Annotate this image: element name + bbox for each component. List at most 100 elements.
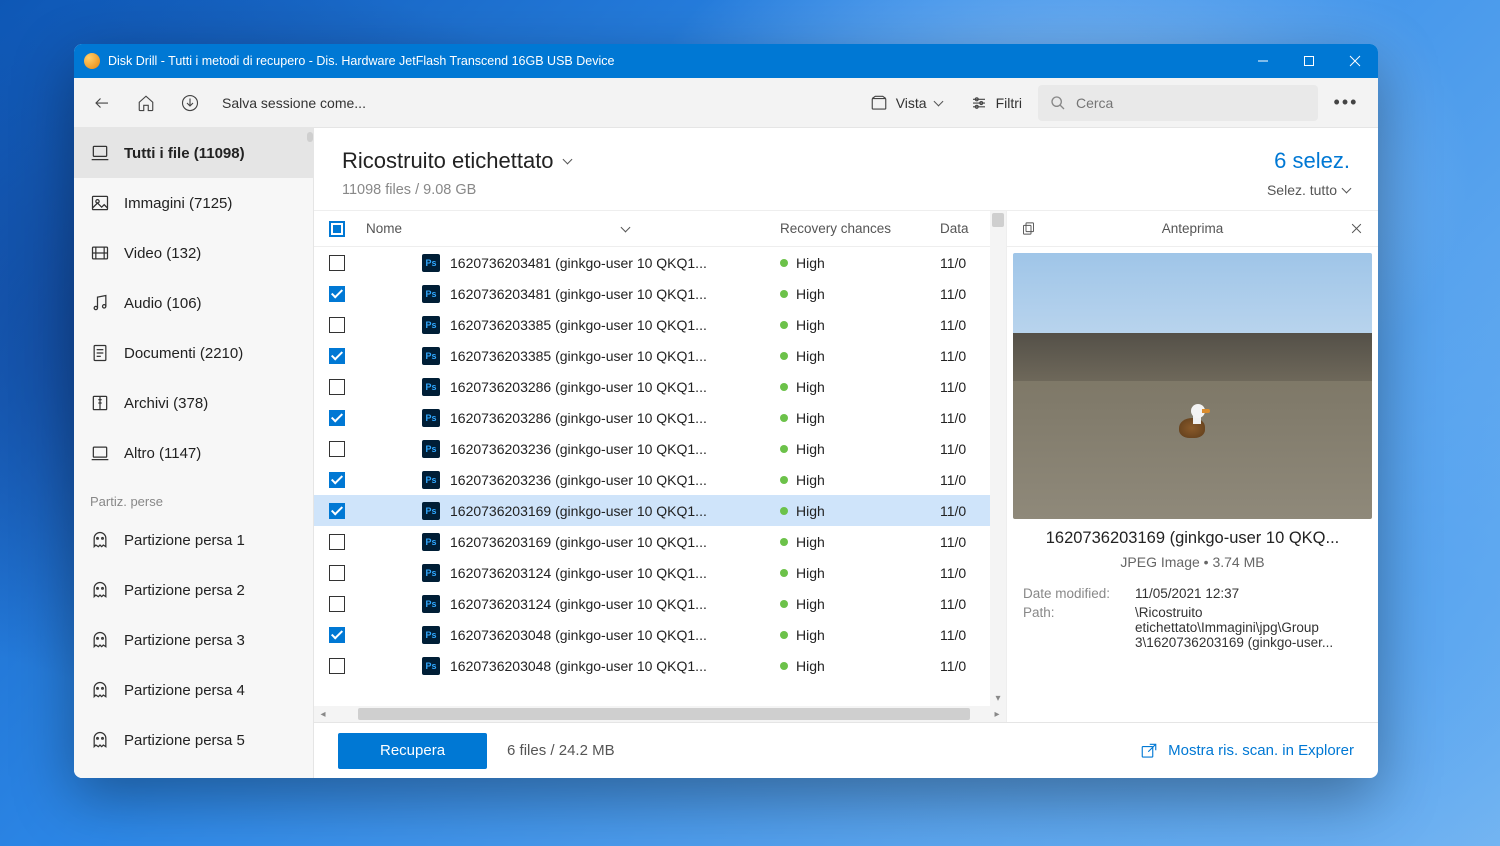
window-controls <box>1240 44 1378 78</box>
row-checkbox[interactable] <box>329 596 345 612</box>
column-name[interactable]: Nome <box>366 221 402 236</box>
sidebar-item-lost-partition-4[interactable]: Partizione persa 4 <box>74 665 313 715</box>
preview-image <box>1013 253 1372 519</box>
sidebar-item-lost-partition-5[interactable]: Partizione persa 5 <box>74 715 313 765</box>
file-table: Nome Recovery chances Data Ps16207362034… <box>314 211 1006 722</box>
file-name: 1620736203169 (ginkgo-user 10 QKQ1... <box>450 503 780 519</box>
row-checkbox[interactable] <box>329 255 345 271</box>
recovery-chance: High <box>780 317 940 333</box>
back-button[interactable] <box>82 83 122 123</box>
sidebar-item-audio[interactable]: Audio (106) <box>74 278 313 328</box>
window-title: Disk Drill - Tutti i metodi di recupero … <box>108 54 1240 68</box>
sidebar-item-label: Partizione persa 3 <box>124 632 245 649</box>
sidebar-item-lost-partition-3[interactable]: Partizione persa 3 <box>74 615 313 665</box>
sidebar-item-video[interactable]: Video (132) <box>74 228 313 278</box>
recovery-chance: High <box>780 503 940 519</box>
date-cell: 11/0 <box>940 348 990 364</box>
save-session-button[interactable]: Salva sessione come... <box>214 95 374 111</box>
main-title-dropdown[interactable]: Ricostruito etichettato <box>342 148 1267 174</box>
sidebar-item-archives[interactable]: Archivi (378) <box>74 378 313 428</box>
preview-filename: 1620736203169 (ginkgo-user 10 QKQ... <box>1007 529 1378 548</box>
date-cell: 11/0 <box>940 255 990 271</box>
table-row[interactable]: Ps1620736203481 (ginkgo-user 10 QKQ1...H… <box>314 278 1006 309</box>
date-cell: 11/0 <box>940 472 990 488</box>
search-box[interactable] <box>1038 85 1318 121</box>
maximize-button[interactable] <box>1286 44 1332 78</box>
sidebar-item-images[interactable]: Immagini (7125) <box>74 178 313 228</box>
app-icon <box>84 53 100 69</box>
recover-button[interactable]: Recupera <box>338 733 487 769</box>
close-icon[interactable] <box>1349 221 1364 236</box>
close-button[interactable] <box>1332 44 1378 78</box>
document-icon <box>90 343 110 363</box>
row-checkbox[interactable] <box>329 503 345 519</box>
download-button[interactable] <box>170 83 210 123</box>
table-row[interactable]: Ps1620736203481 (ginkgo-user 10 QKQ1...H… <box>314 247 1006 278</box>
photoshop-file-icon: Ps <box>422 564 440 582</box>
row-checkbox[interactable] <box>329 565 345 581</box>
header-checkbox[interactable] <box>329 221 345 237</box>
sidebar-item-all-files[interactable]: Tutti i file (11098) <box>74 128 313 178</box>
file-name: 1620736203286 (ginkgo-user 10 QKQ1... <box>450 379 780 395</box>
date-cell: 11/0 <box>940 596 990 612</box>
show-in-explorer-link[interactable]: Mostra ris. scan. in Explorer <box>1140 742 1354 760</box>
photoshop-file-icon: Ps <box>422 378 440 396</box>
table-row[interactable]: Ps1620736203286 (ginkgo-user 10 QKQ1...H… <box>314 402 1006 433</box>
toolbar: Salva sessione come... Vista Filtri ••• <box>74 78 1378 128</box>
file-name: 1620736203236 (ginkgo-user 10 QKQ1... <box>450 441 780 457</box>
sidebar-item-label: Partizione persa 5 <box>124 732 245 749</box>
table-row[interactable]: Ps1620736203169 (ginkgo-user 10 QKQ1...H… <box>314 495 1006 526</box>
table-row[interactable]: Ps1620736203048 (ginkgo-user 10 QKQ1...H… <box>314 619 1006 650</box>
column-date[interactable]: Data <box>940 221 990 236</box>
sidebar-item-other[interactable]: Altro (1147) <box>74 428 313 478</box>
row-checkbox[interactable] <box>329 317 345 333</box>
file-name: 1620736203124 (ginkgo-user 10 QKQ1... <box>450 596 780 612</box>
home-button[interactable] <box>126 83 166 123</box>
row-checkbox[interactable] <box>329 627 345 643</box>
vertical-scrollbar[interactable]: ▾ <box>990 211 1006 706</box>
table-row[interactable]: Ps1620736203286 (ginkgo-user 10 QKQ1...H… <box>314 371 1006 402</box>
recovery-chance: High <box>780 410 940 426</box>
table-row[interactable]: Ps1620736203169 (ginkgo-user 10 QKQ1...H… <box>314 526 1006 557</box>
table-row[interactable]: Ps1620736203385 (ginkgo-user 10 QKQ1...H… <box>314 309 1006 340</box>
vista-dropdown[interactable]: Vista <box>858 83 954 123</box>
table-row[interactable]: Ps1620736203236 (ginkgo-user 10 QKQ1...H… <box>314 433 1006 464</box>
preview-meta: JPEG Image • 3.74 MB <box>1007 554 1378 570</box>
recovery-chance: High <box>780 441 940 457</box>
sidebar: Tutti i file (11098) Immagini (7125) Vid… <box>74 128 314 778</box>
sidebar-item-lost-partition-2[interactable]: Partizione persa 2 <box>74 565 313 615</box>
row-checkbox[interactable] <box>329 410 345 426</box>
table-row[interactable]: Ps1620736203385 (ginkgo-user 10 QKQ1...H… <box>314 340 1006 371</box>
ghost-icon <box>90 580 110 600</box>
row-checkbox[interactable] <box>329 348 345 364</box>
preview-header: Anteprima <box>1007 211 1378 247</box>
table-row[interactable]: Ps1620736203048 (ginkgo-user 10 QKQ1...H… <box>314 650 1006 681</box>
sidebar-item-documents[interactable]: Documenti (2210) <box>74 328 313 378</box>
sidebar-item-lost-partition-1[interactable]: Partizione persa 1 <box>74 515 313 565</box>
table-row[interactable]: Ps1620736203236 (ginkgo-user 10 QKQ1...H… <box>314 464 1006 495</box>
table-row[interactable]: Ps1620736203124 (ginkgo-user 10 QKQ1...H… <box>314 588 1006 619</box>
search-icon <box>1050 95 1066 111</box>
recovery-chance: High <box>780 348 940 364</box>
row-checkbox[interactable] <box>329 441 345 457</box>
select-all-dropdown[interactable]: Selez. tutto <box>1267 182 1350 198</box>
filtri-button[interactable]: Filtri <box>958 83 1034 123</box>
row-checkbox[interactable] <box>329 379 345 395</box>
titlebar: Disk Drill - Tutti i metodi di recupero … <box>74 44 1378 78</box>
minimize-button[interactable] <box>1240 44 1286 78</box>
row-checkbox[interactable] <box>329 534 345 550</box>
row-checkbox[interactable] <box>329 658 345 674</box>
photoshop-file-icon: Ps <box>422 657 440 675</box>
main-header: Ricostruito etichettato 11098 files / 9.… <box>314 128 1378 210</box>
photoshop-file-icon: Ps <box>422 595 440 613</box>
preview-date-value: 11/05/2021 12:37 <box>1135 586 1362 601</box>
row-checkbox[interactable] <box>329 472 345 488</box>
horizontal-scrollbar[interactable]: ◂ ▸ <box>314 706 1006 722</box>
row-checkbox[interactable] <box>329 286 345 302</box>
search-input[interactable] <box>1076 95 1306 111</box>
table-row[interactable]: Ps1620736203124 (ginkgo-user 10 QKQ1...H… <box>314 557 1006 588</box>
copy-icon[interactable] <box>1021 221 1036 236</box>
photoshop-file-icon: Ps <box>422 254 440 272</box>
column-recovery[interactable]: Recovery chances <box>780 221 940 236</box>
more-button[interactable]: ••• <box>1322 83 1370 123</box>
